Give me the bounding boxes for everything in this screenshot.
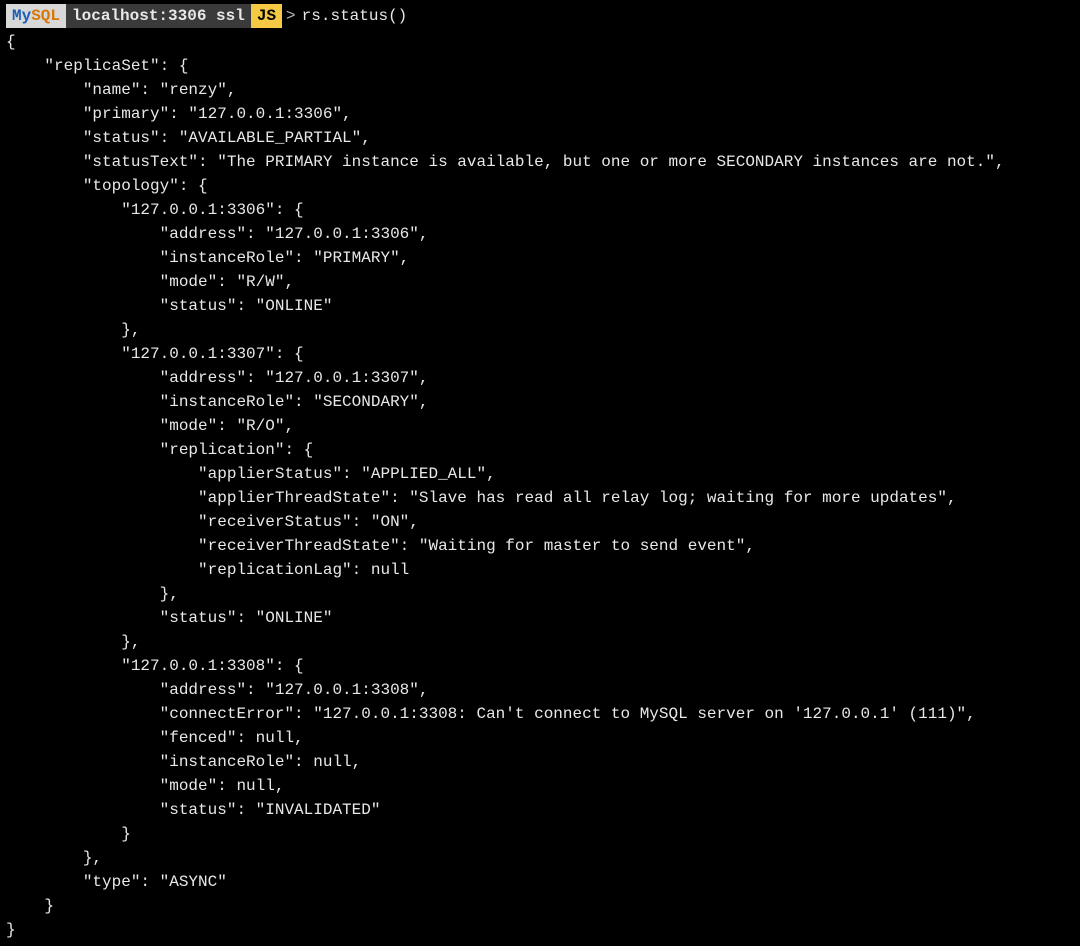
mysql-badge: MySQL [6, 4, 66, 28]
mysql-badge-my: My [12, 7, 31, 25]
prompt-line[interactable]: MySQL localhost:3306 ssl JS > rs.status(… [6, 4, 1074, 28]
prompt-arrow-icon: > [282, 4, 300, 28]
host-badge: localhost:3306 ssl [66, 4, 251, 28]
mode-badge: JS [251, 4, 282, 28]
mysql-badge-sql: SQL [31, 7, 60, 25]
command-input[interactable]: rs.status() [300, 4, 408, 28]
command-output: { "replicaSet": { "name": "renzy", "prim… [6, 30, 1074, 942]
